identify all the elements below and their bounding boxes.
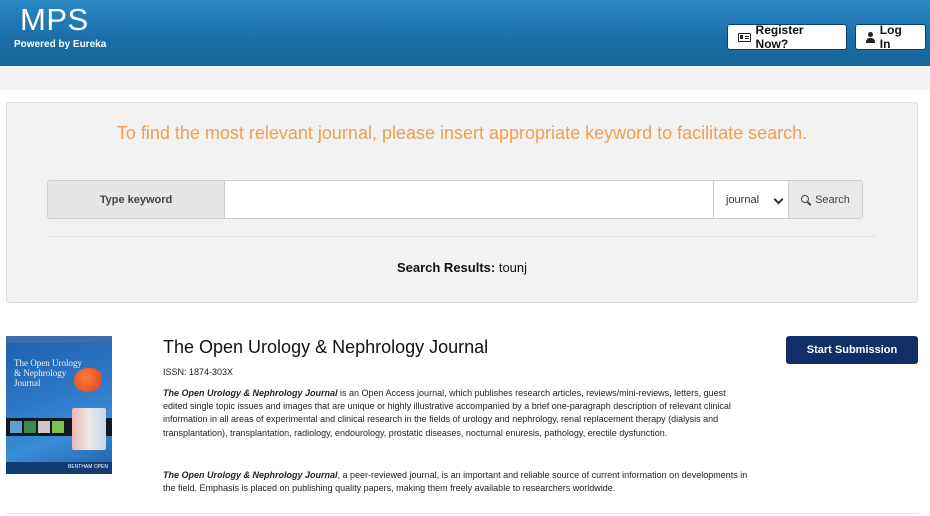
journal-description-1: The Open Urology & Nephrology Journal is… bbox=[163, 387, 748, 440]
journal-issn: ISSN: 1874-303X bbox=[163, 367, 234, 377]
brand-title: MPS bbox=[20, 2, 89, 37]
cover-thumb bbox=[52, 421, 64, 433]
id-card-icon bbox=[738, 32, 751, 42]
cover-thumb bbox=[10, 421, 22, 433]
search-button[interactable]: Search bbox=[788, 180, 863, 219]
search-bar: Type keyword journal Search bbox=[47, 180, 863, 219]
cover-kidney-graphic bbox=[74, 368, 102, 392]
keyword-label: Type keyword bbox=[47, 180, 224, 219]
journal-name-emphasis: The Open Urology & Nephrology Journal bbox=[163, 470, 338, 480]
category-selected: journal bbox=[726, 193, 760, 206]
search-prompt: To find the most relevant journal, pleas… bbox=[116, 123, 808, 143]
start-submission-button[interactable]: Start Submission bbox=[786, 336, 918, 364]
journal-cover-image[interactable]: The Open Urology & Nephrology Journal BE… bbox=[6, 336, 112, 474]
brand-logo[interactable]: MPS Powered by Eureka bbox=[14, 2, 106, 51]
journal-description-2: The Open Urology & Nephrology Journal, a… bbox=[163, 469, 748, 495]
user-icon bbox=[866, 31, 875, 43]
journal-name-emphasis: The Open Urology & Nephrology Journal bbox=[163, 388, 338, 398]
cover-top-band bbox=[6, 336, 112, 343]
cover-thumb bbox=[38, 421, 50, 433]
results-label: Search Results: bbox=[396, 260, 496, 275]
results-query: tounj bbox=[498, 260, 528, 275]
cover-figure bbox=[72, 408, 106, 450]
header-spacer bbox=[0, 66, 930, 90]
cover-publisher: BENTHAM OPEN bbox=[67, 464, 108, 470]
brand-subtitle: Powered by Eureka bbox=[14, 39, 107, 50]
search-panel: To find the most relevant journal, pleas… bbox=[6, 102, 918, 303]
login-button[interactable]: Log In bbox=[855, 23, 926, 51]
journal-title[interactable]: The Open Urology & Nephrology Journal bbox=[163, 337, 488, 358]
login-label: Log In bbox=[879, 23, 902, 51]
cover-thumb bbox=[24, 421, 36, 433]
register-label: Register Now? bbox=[755, 23, 804, 51]
panel-divider bbox=[47, 236, 875, 237]
register-button[interactable]: Register Now? bbox=[727, 23, 847, 51]
keyword-input[interactable] bbox=[224, 180, 714, 219]
search-icon bbox=[801, 194, 811, 205]
category-select[interactable]: journal bbox=[714, 180, 789, 219]
search-button-label: Search bbox=[815, 193, 850, 206]
chevron-down-icon bbox=[773, 194, 784, 205]
top-header: MPS Powered by Eureka Register Now? Log … bbox=[0, 0, 930, 66]
divider bbox=[6, 513, 918, 514]
search-results: Search Results: tounj bbox=[7, 260, 917, 275]
